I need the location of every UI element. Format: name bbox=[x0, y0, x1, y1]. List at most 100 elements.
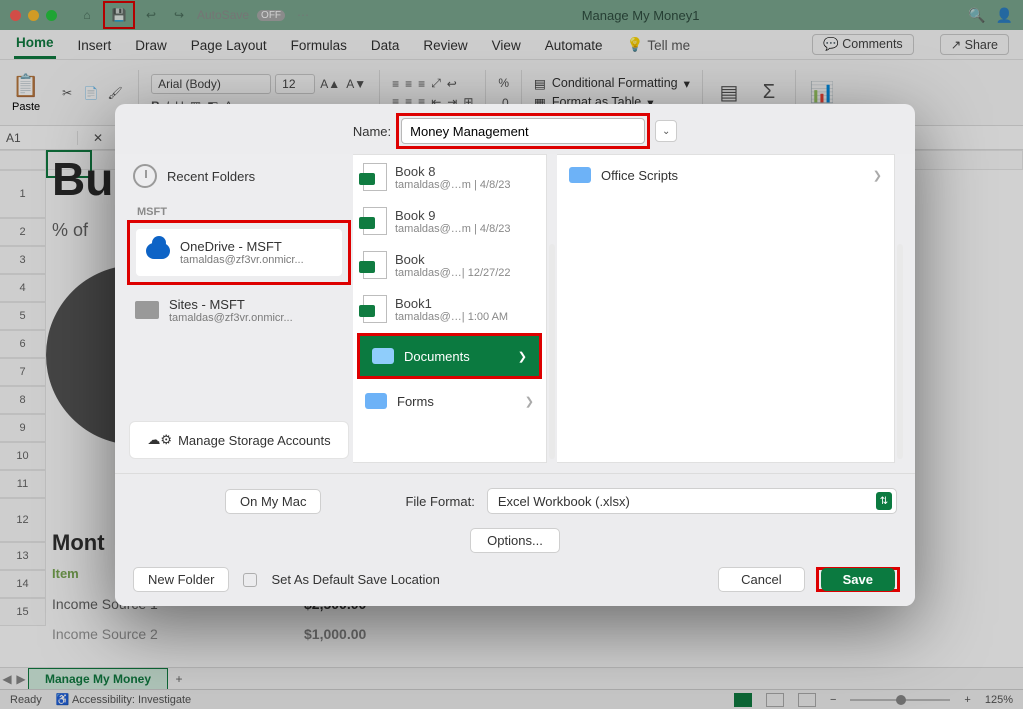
close-window-icon[interactable] bbox=[10, 10, 21, 21]
filename-input[interactable] bbox=[401, 118, 645, 144]
row-header[interactable]: 1 bbox=[0, 170, 46, 218]
tab-data[interactable]: Data bbox=[369, 38, 402, 59]
undo-icon[interactable]: ↩ bbox=[141, 5, 161, 25]
search-icon[interactable]: 🔍 bbox=[968, 7, 985, 24]
folder-label: Forms bbox=[397, 394, 434, 409]
redo-icon[interactable]: ↪ bbox=[169, 5, 189, 25]
manage-storage-button[interactable]: ☁⚙ Manage Storage Accounts bbox=[129, 421, 349, 459]
zoom-out-icon[interactable]: − bbox=[830, 694, 836, 706]
tab-draw[interactable]: Draw bbox=[133, 38, 169, 59]
row-header[interactable]: 2 bbox=[0, 218, 46, 246]
tab-review[interactable]: Review bbox=[421, 38, 469, 59]
file-item[interactable]: Book 9tamaldas@…m | 4/8/23 bbox=[353, 199, 546, 243]
home-icon[interactable]: ⌂ bbox=[77, 5, 97, 25]
zoom-level[interactable]: 125% bbox=[985, 694, 1013, 706]
tab-formulas[interactable]: Formulas bbox=[289, 38, 349, 59]
row-header[interactable]: 10 bbox=[0, 442, 46, 470]
set-default-checkbox[interactable] bbox=[243, 573, 257, 587]
tab-page-layout[interactable]: Page Layout bbox=[189, 38, 269, 59]
orientation-icon[interactable]: ⤢ bbox=[431, 76, 441, 91]
location-onedrive[interactable]: OneDrive - MSFT tamaldas@zf3vr.onmicr... bbox=[136, 229, 342, 276]
align-top-icon[interactable]: ≡ bbox=[392, 77, 399, 91]
zoom-window-icon[interactable] bbox=[46, 10, 57, 21]
conditional-formatting-button[interactable]: ▤Conditional Formatting ▾ bbox=[534, 76, 690, 91]
normal-view-icon[interactable] bbox=[734, 693, 752, 707]
autosave-toggle[interactable]: OFF bbox=[257, 10, 285, 21]
page-layout-view-icon[interactable] bbox=[766, 693, 784, 707]
font-family-select[interactable]: Arial (Body) bbox=[151, 74, 271, 94]
sheet-next-icon[interactable]: ▶ bbox=[14, 672, 28, 686]
save-icon[interactable]: 💾 bbox=[109, 5, 129, 25]
sheet-tab[interactable]: Manage My Money bbox=[28, 668, 168, 689]
percent-format-icon[interactable]: % bbox=[498, 76, 509, 90]
file-format-select[interactable]: Excel Workbook (.xlsx) ⇅ bbox=[487, 488, 897, 514]
copy-icon[interactable]: 📄 bbox=[80, 82, 102, 104]
tab-tell-me[interactable]: 💡Tell me bbox=[625, 37, 693, 59]
expand-dialog-button[interactable]: ⌄ bbox=[655, 120, 677, 142]
row-header[interactable]: 11 bbox=[0, 470, 46, 498]
row-header[interactable]: 13 bbox=[0, 542, 46, 570]
decrease-font-icon[interactable]: A▼ bbox=[345, 73, 367, 95]
add-sheet-button[interactable]: + bbox=[168, 672, 190, 686]
folder-office-scripts[interactable]: Office Scripts ❯ bbox=[557, 155, 894, 195]
zoom-in-icon[interactable]: + bbox=[964, 694, 970, 706]
select-all-corner[interactable] bbox=[0, 150, 46, 170]
row-header[interactable]: 12 bbox=[0, 498, 46, 542]
editing-icon[interactable]: Σ bbox=[755, 79, 783, 107]
row-header[interactable]: 3 bbox=[0, 246, 46, 274]
analyze-data-icon[interactable]: 📊 bbox=[808, 79, 836, 107]
row-header[interactable]: 9 bbox=[0, 414, 46, 442]
paste-icon[interactable]: 📋 bbox=[12, 73, 39, 99]
share-button[interactable]: ↗ Share bbox=[940, 34, 1009, 55]
cell-reference[interactable]: A1 bbox=[0, 131, 78, 145]
scrollbar[interactable] bbox=[549, 244, 555, 459]
page-break-view-icon[interactable] bbox=[798, 693, 816, 707]
on-my-mac-button[interactable]: On My Mac bbox=[225, 489, 321, 514]
scrollbar[interactable] bbox=[897, 244, 903, 459]
cut-icon[interactable]: ✂ bbox=[56, 82, 78, 104]
chevron-right-icon: ❯ bbox=[873, 169, 882, 182]
wrap-text-icon[interactable]: ↩ bbox=[447, 77, 457, 91]
sheet-prev-icon[interactable]: ◀ bbox=[0, 672, 14, 686]
font-size-select[interactable]: 12 bbox=[275, 74, 315, 94]
file-sub: tamaldas@…| 1:00 AM bbox=[395, 311, 508, 323]
tab-view[interactable]: View bbox=[490, 38, 523, 59]
tab-home[interactable]: Home bbox=[14, 35, 56, 59]
file-item[interactable]: Book1tamaldas@…| 1:00 AM bbox=[353, 287, 546, 331]
recent-folders-item[interactable]: Recent Folders bbox=[125, 154, 353, 198]
row-header[interactable]: 4 bbox=[0, 274, 46, 302]
file-item[interactable]: Book 8tamaldas@…m | 4/8/23 bbox=[353, 155, 546, 199]
zoom-slider[interactable] bbox=[850, 699, 950, 701]
more-icon[interactable]: ⋯ bbox=[293, 5, 313, 25]
row-header[interactable]: 14 bbox=[0, 570, 46, 598]
cell-value: Item bbox=[52, 566, 79, 581]
row-header[interactable]: 7 bbox=[0, 358, 46, 386]
folder-forms[interactable]: Forms ❯ bbox=[353, 381, 546, 421]
tab-insert[interactable]: Insert bbox=[76, 38, 114, 59]
file-format-value: Excel Workbook (.xlsx) bbox=[498, 494, 876, 509]
minimize-window-icon[interactable] bbox=[28, 10, 39, 21]
save-button[interactable]: Save bbox=[821, 568, 895, 591]
cancel-button[interactable]: Cancel bbox=[718, 567, 804, 592]
format-painter-icon[interactable]: 🖌 bbox=[104, 82, 126, 104]
location-sites[interactable]: Sites - MSFT tamaldas@zf3vr.onmicr... bbox=[125, 287, 353, 334]
file-item[interactable]: Booktamaldas@…| 12/27/22 bbox=[353, 243, 546, 287]
insert-cells-icon[interactable]: ▤ bbox=[715, 79, 743, 107]
align-bottom-icon[interactable]: ≡ bbox=[418, 77, 425, 91]
options-button[interactable]: Options... bbox=[470, 528, 560, 553]
row-header[interactable]: 15 bbox=[0, 598, 46, 626]
comments-button[interactable]: 💬 Comments bbox=[812, 34, 913, 55]
tab-automate[interactable]: Automate bbox=[543, 38, 605, 59]
row-header[interactable]: 6 bbox=[0, 330, 46, 358]
cancel-formula-icon[interactable]: ✕ bbox=[78, 131, 118, 145]
align-middle-icon[interactable]: ≡ bbox=[405, 77, 412, 91]
account-icon[interactable]: 👤 bbox=[996, 7, 1013, 24]
folder-documents[interactable]: Documents ❯ bbox=[360, 336, 539, 376]
row-header[interactable]: 8 bbox=[0, 386, 46, 414]
cell-value: $1,000.00 bbox=[304, 626, 366, 642]
accessibility-status[interactable]: ♿ Accessibility: Investigate bbox=[56, 693, 191, 706]
row-header[interactable]: 5 bbox=[0, 302, 46, 330]
file-sub: tamaldas@…| 12/27/22 bbox=[395, 267, 511, 279]
new-folder-button[interactable]: New Folder bbox=[133, 567, 229, 592]
increase-font-icon[interactable]: A▲ bbox=[319, 73, 341, 95]
